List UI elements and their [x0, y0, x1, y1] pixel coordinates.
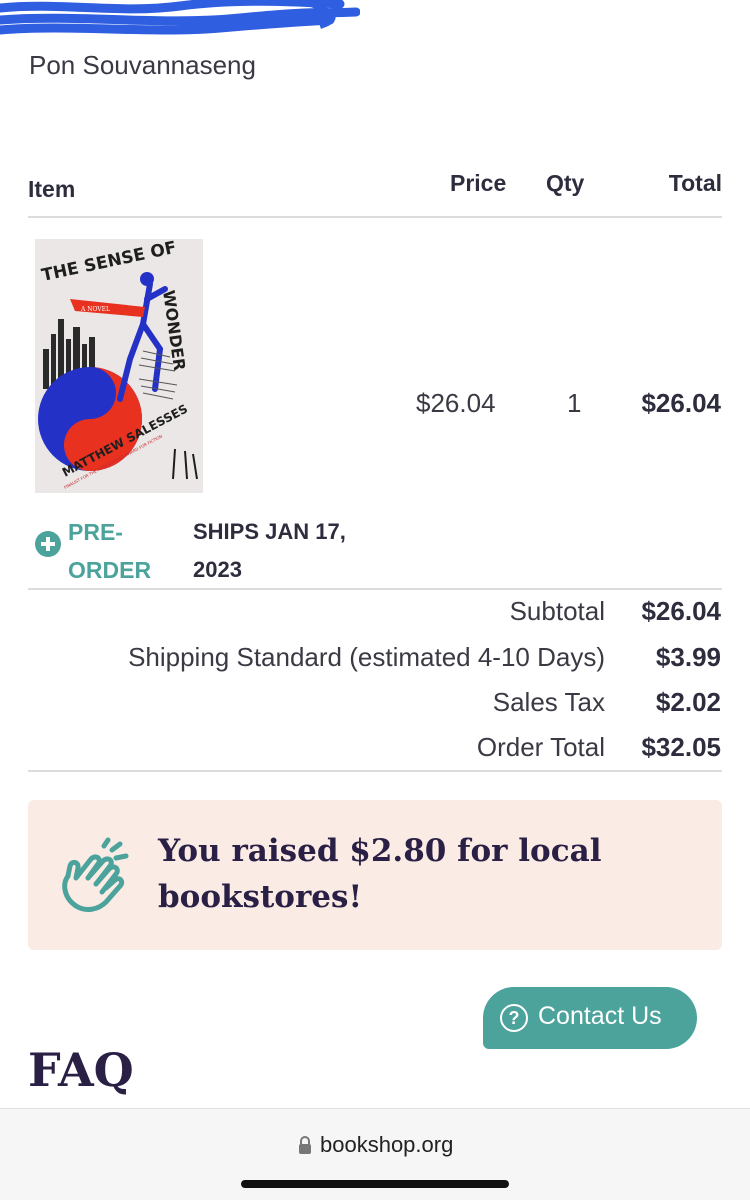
raised-banner: You raised $2.80 for local bookstores!: [28, 800, 722, 950]
ships-date-label: SHIPS JAN 17, 2023: [193, 519, 346, 582]
sales-tax-label: Sales Tax: [492, 687, 605, 717]
contact-us-button[interactable]: ? Contact Us: [483, 987, 697, 1049]
lock-icon: [299, 1136, 311, 1154]
order-total-row: Order Total $32.05: [21, 732, 721, 772]
item-quantity: 1: [567, 388, 582, 418]
item-total: $26.04: [641, 388, 721, 418]
order-total-value: $32.05: [641, 732, 721, 762]
item-price: $26.04: [416, 388, 496, 418]
redaction-scribble: [0, 0, 360, 35]
column-header-price: Price: [450, 170, 507, 196]
book-cover-art: A NOVEL THE SENSE OF WONDER MATTHEW SALE…: [35, 239, 203, 493]
customer-name: Pon Souvannaseng: [29, 50, 256, 80]
subtotal-value: $26.04: [641, 596, 721, 626]
sales-tax-row: Sales Tax $2.02: [21, 687, 721, 727]
summary-divider-top: [28, 588, 722, 590]
subtotal-label: Subtotal: [509, 596, 605, 626]
column-header-item: Item: [28, 176, 76, 202]
url-text[interactable]: bookshop.org: [320, 1132, 453, 1158]
raised-message: You raised $2.80 for local bookstores!: [158, 833, 602, 915]
column-header-qty: Qty: [546, 170, 585, 196]
shipping-value: $3.99: [655, 642, 721, 672]
cover-tag: A NOVEL: [80, 306, 110, 313]
clapping-hands-icon: [62, 837, 129, 912]
plus-circle-icon[interactable]: [35, 531, 61, 557]
order-total-label: Order Total: [476, 732, 605, 762]
shipping-label: Shipping Standard (estimated 4-10 Days): [128, 642, 605, 672]
home-indicator[interactable]: [241, 1180, 509, 1188]
table-header: Item Price Qty Total: [28, 160, 722, 218]
shipping-row: Shipping Standard (estimated 4-10 Days) …: [21, 642, 721, 682]
summary-divider-bottom: [28, 770, 722, 772]
browser-address-bar[interactable]: bookshop.org: [0, 1108, 750, 1200]
question-circle-icon: ?: [500, 1004, 528, 1032]
faq-heading: FAQ: [28, 1043, 134, 1097]
preorder-label[interactable]: PRE-ORDER: [68, 513, 178, 589]
subtotal-row: Subtotal $26.04: [21, 596, 721, 636]
column-header-total: Total: [668, 170, 722, 196]
sales-tax-value: $2.02: [655, 687, 721, 717]
book-cover-image[interactable]: A NOVEL THE SENSE OF WONDER MATTHEW SALE…: [35, 239, 203, 493]
contact-us-label: Contact Us: [538, 1002, 662, 1030]
